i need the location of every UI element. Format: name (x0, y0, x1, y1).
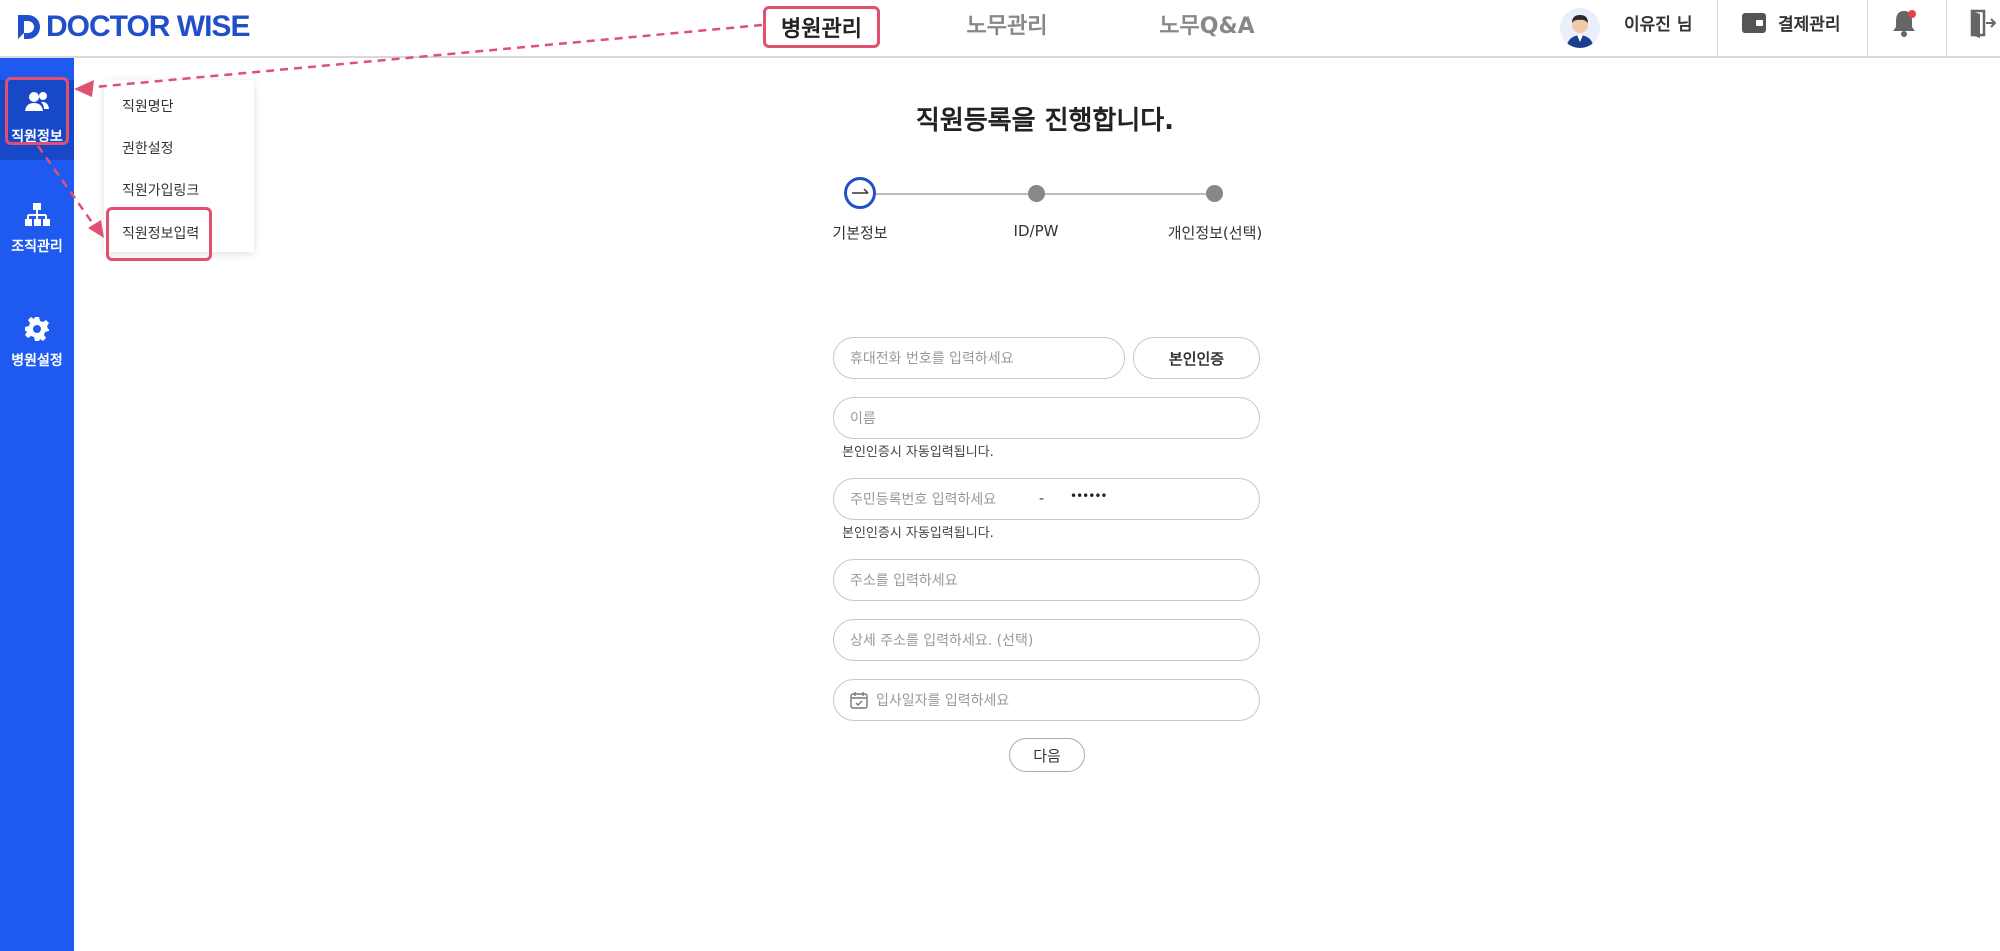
page-title: 직원등록을 진행합니다. (915, 106, 1175, 136)
next-button[interactable]: 다음 (1009, 738, 1085, 772)
name-placeholder: 이름 (850, 411, 876, 427)
address-detail-input[interactable]: 상세 주소를 입력하세요. (선택) (833, 619, 1260, 661)
verify-button[interactable]: 본인인증 (1133, 337, 1260, 379)
step-label-basic: 기본정보 (832, 224, 888, 242)
sidebar-item-label: 조직관리 (11, 239, 63, 255)
sidebar-item-label: 병원설정 (11, 353, 63, 369)
bell-icon[interactable] (1890, 8, 1918, 38)
user-profile[interactable] (1560, 4, 1600, 52)
submenu-item-permissions[interactable]: 권한설정 (122, 138, 174, 158)
submenu-item-join-link[interactable]: 직원가입링크 (122, 180, 199, 200)
join-date-input[interactable]: 입사일자를 입력하세요 (833, 679, 1260, 721)
name-input[interactable]: 이름 (833, 397, 1260, 439)
org-chart-icon (25, 203, 50, 226)
name-auto-hint: 본인인증시 자동입력됩니다. (842, 445, 994, 460)
join-date-placeholder: 입사일자를 입력하세요 (876, 693, 1010, 709)
sidebar-item-hospital-settings[interactable]: 병원설정 (0, 308, 74, 388)
rrn-masked-value: •••••• (1070, 489, 1107, 503)
phone-input[interactable]: 휴대전화 번호를 입력하세요 (833, 337, 1125, 379)
nav-hospital-management[interactable]: 병원관리 (763, 6, 880, 48)
user-name: 이유진 님 (1624, 15, 1693, 35)
step-label-personal: 개인정보(선택) (1167, 224, 1263, 242)
header-divider (1867, 0, 1868, 58)
nav-labor-qa[interactable]: 노무Q&A (1145, 6, 1269, 48)
annotation-arrows (36, 23, 763, 238)
header-divider (1717, 0, 1718, 58)
address-input[interactable]: 주소를 입력하세요 (833, 559, 1260, 601)
logout-icon[interactable] (1968, 8, 1996, 38)
stepper-line (876, 193, 1214, 195)
rrn-placeholder: 주민등록번호 입력하세요 (850, 492, 997, 508)
address-placeholder: 주소를 입력하세요 (850, 573, 958, 589)
rrn-input[interactable]: 주민등록번호 입력하세요 - •••••• (833, 478, 1260, 520)
phone-placeholder: 휴대전화 번호를 입력하세요 (850, 351, 1014, 367)
payment-label: 결제관리 (1778, 15, 1841, 35)
step-label-idpw: ID/PW (1013, 222, 1059, 240)
step-dot (1028, 185, 1045, 202)
calendar-icon (850, 692, 868, 709)
nav-labor-management[interactable]: 노무관리 (955, 6, 1059, 48)
sidebar-item-organization[interactable]: 조직관리 (0, 194, 74, 274)
logo[interactable]: DOCTOR WISE (16, 10, 250, 44)
logo-mark-icon (18, 15, 40, 39)
step-dot (1206, 185, 1223, 202)
step-current-dot (844, 177, 876, 209)
address-detail-placeholder: 상세 주소를 입력하세요. (선택) (850, 633, 1034, 649)
header-divider (1946, 0, 1947, 58)
wallet-icon (1742, 12, 1766, 33)
avatar (1560, 8, 1600, 48)
rrn-auto-hint: 본인인증시 자동입력됩니다. (842, 526, 994, 541)
rrn-separator: - (1039, 491, 1045, 507)
payment-menu[interactable]: 결제관리 (1742, 10, 1841, 35)
gear-icon (25, 317, 49, 341)
top-header: DOCTOR WISE 병원관리 노무관리 노무Q&A 이유진 님 결제관리 (0, 0, 2000, 58)
sidebar: 직원정보 조직관리 병원설정 (0, 58, 74, 951)
logo-text: DOCTOR WISE (46, 10, 250, 43)
highlight-box-submenu (106, 207, 212, 261)
